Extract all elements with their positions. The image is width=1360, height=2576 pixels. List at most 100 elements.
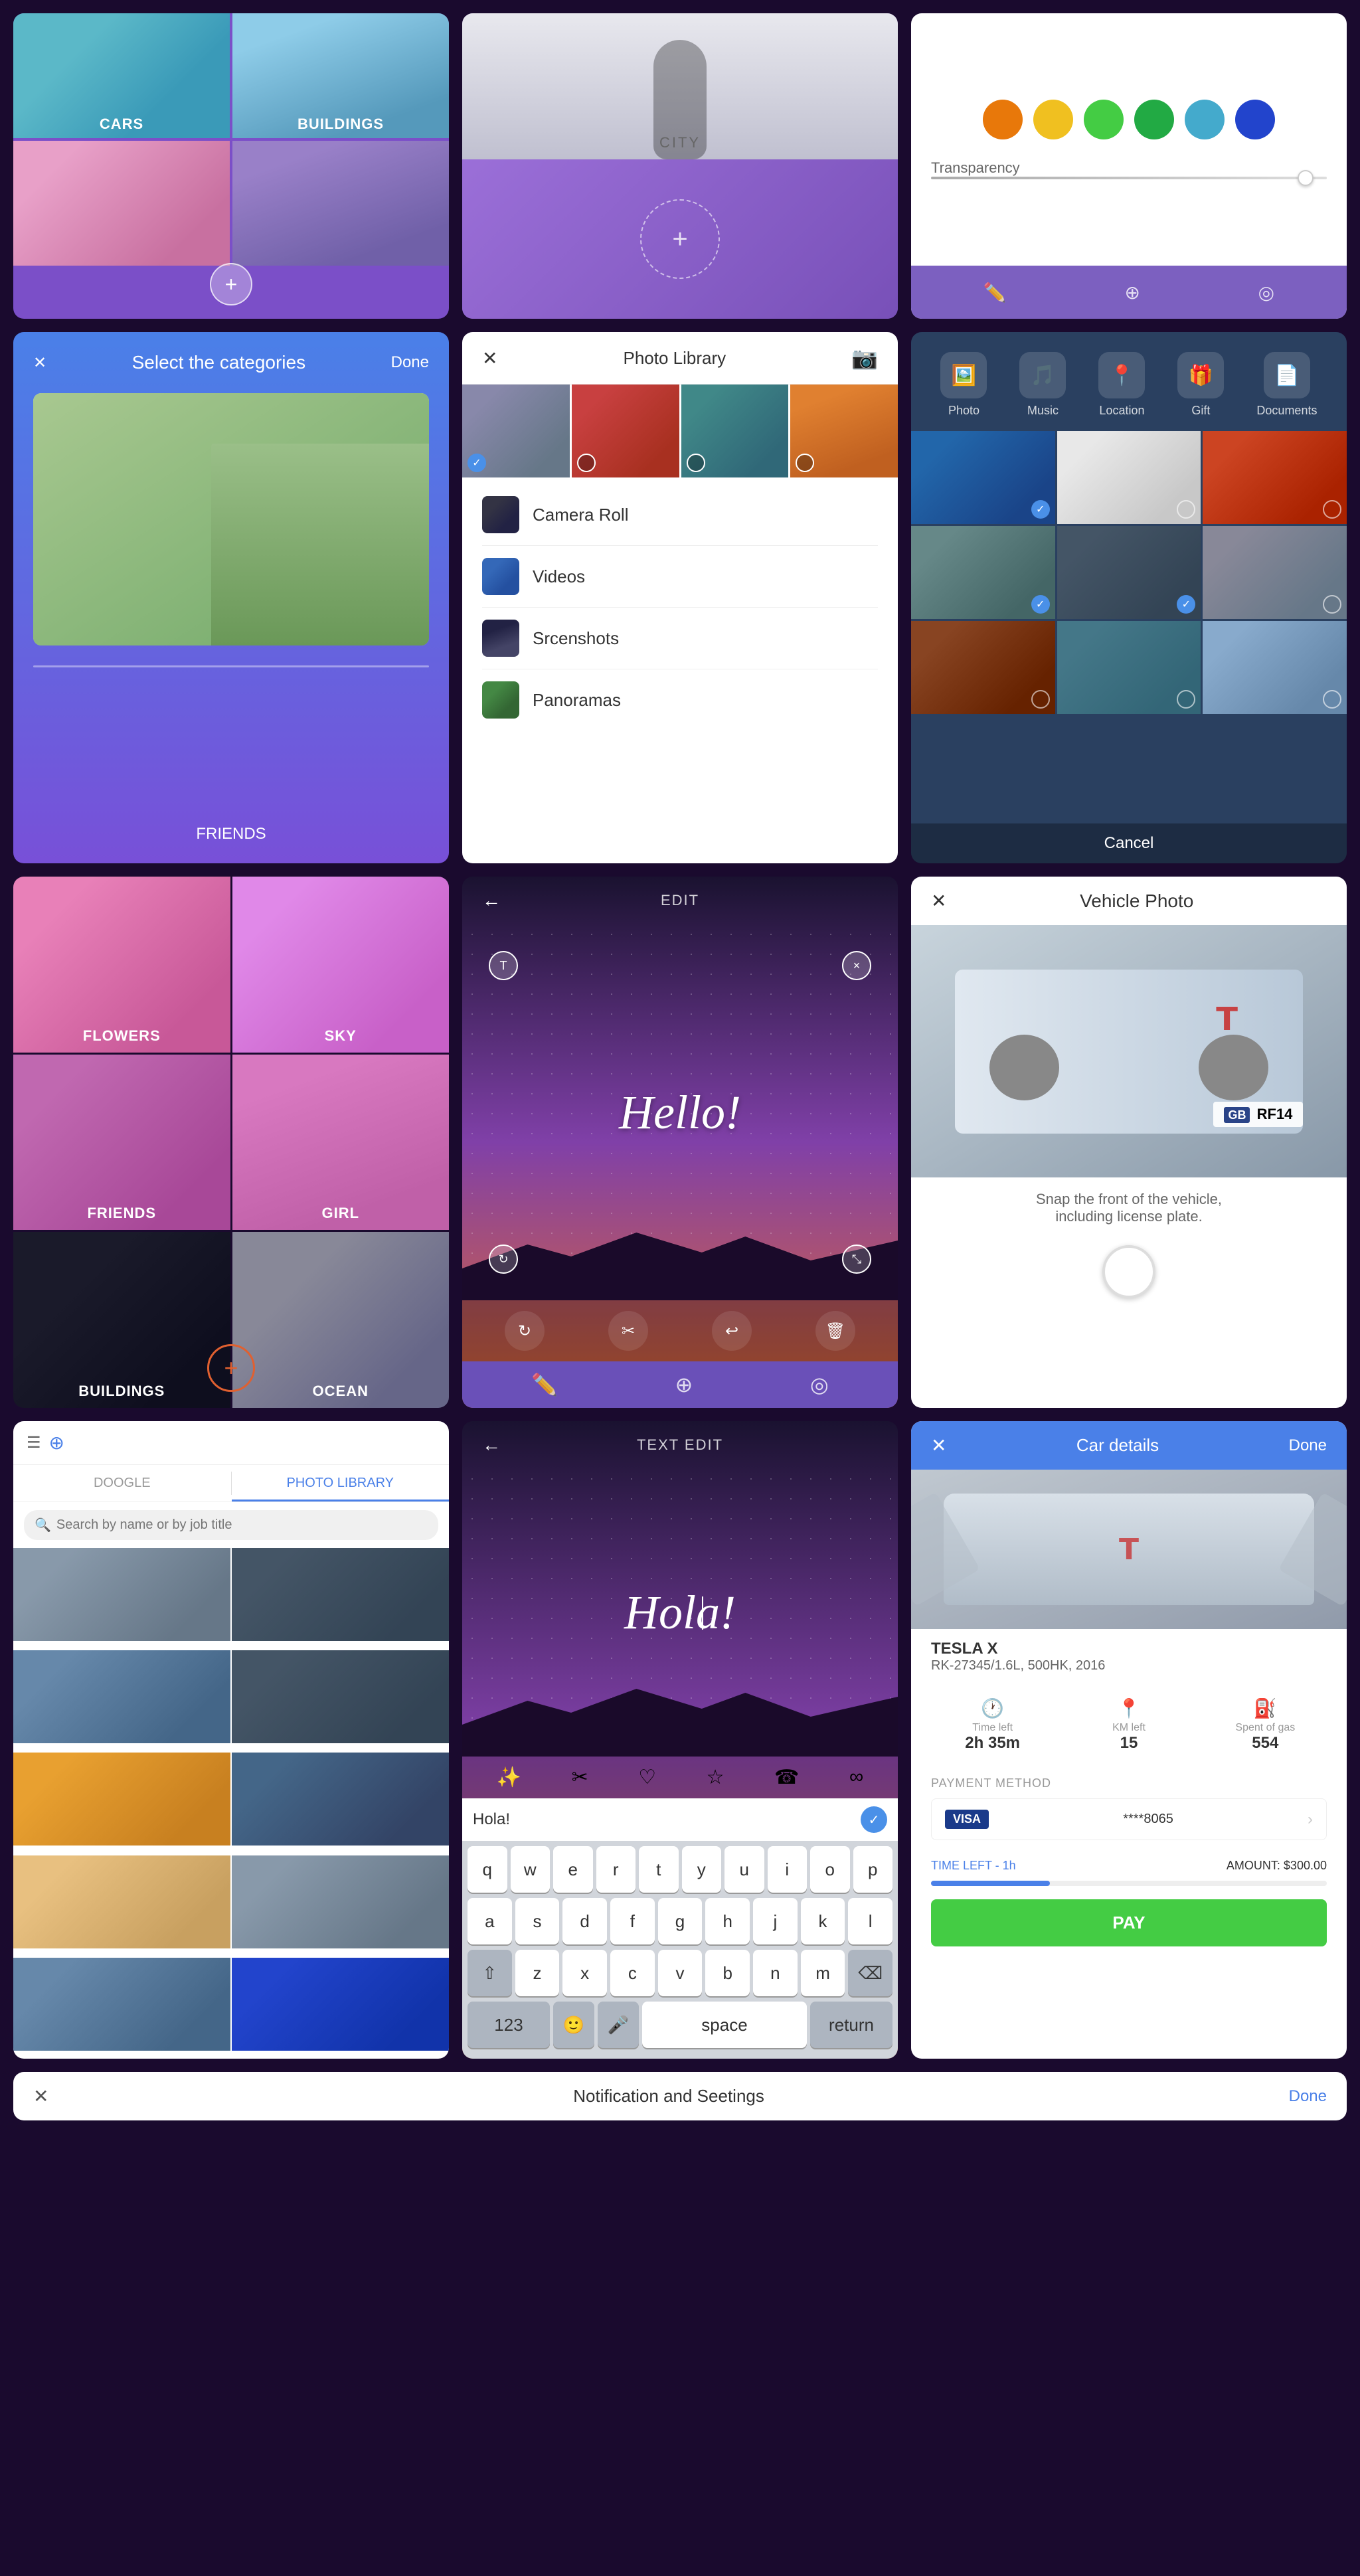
color-blue[interactable] (1235, 100, 1275, 139)
buildings-cell[interactable]: BUILDINGS (232, 13, 449, 138)
search-photo-5[interactable] (13, 1753, 230, 1846)
key-g[interactable]: g (658, 1898, 703, 1944)
flowers-cell[interactable] (13, 141, 230, 266)
color-yellow[interactable] (1033, 100, 1073, 139)
loc-photo-5[interactable]: ✓ (1057, 526, 1201, 619)
key-q[interactable]: q (468, 1846, 507, 1893)
key-j[interactable]: j (753, 1898, 798, 1944)
emoji-sparkle[interactable]: ✨ (497, 1766, 521, 1789)
cars-cell[interactable]: CARS (13, 13, 230, 138)
key-u[interactable]: u (724, 1846, 764, 1893)
hamburger-icon[interactable]: ☰ (27, 1433, 41, 1452)
key-t[interactable]: t (639, 1846, 679, 1893)
check-1[interactable]: ✓ (468, 454, 486, 472)
loc-photo-6[interactable] (1203, 526, 1347, 619)
emoji-heart[interactable]: ♡ (638, 1766, 656, 1789)
key-s[interactable]: s (515, 1898, 560, 1944)
delete-tool[interactable]: 🗑 (815, 1311, 855, 1351)
music-icon-item[interactable]: 🎵 Music (1019, 352, 1066, 418)
pencil-icon[interactable]: ✏️ (983, 282, 1007, 303)
check-3[interactable] (687, 454, 705, 472)
brush-icon[interactable]: ✏️ (531, 1372, 558, 1397)
key-w[interactable]: w (511, 1846, 551, 1893)
person-cell[interactable] (232, 141, 449, 266)
documents-icon-item[interactable]: 📄 Documents (1256, 352, 1317, 418)
key-backspace[interactable]: ⌫ (848, 1950, 892, 1996)
loc-photo-1[interactable]: ✓ (911, 431, 1055, 524)
back-text-edit-button[interactable]: ← (482, 1434, 501, 1456)
search-photo-9[interactable] (13, 1958, 230, 2051)
girl-cell[interactable]: GIRL (232, 1055, 450, 1231)
camera-icon[interactable]: 📷 (851, 345, 878, 371)
emoji-phone[interactable]: ☎ (774, 1766, 799, 1789)
key-a[interactable]: a (468, 1898, 512, 1944)
undo-tool[interactable]: ↩ (712, 1311, 752, 1351)
key-p[interactable]: p (853, 1846, 893, 1893)
key-l[interactable]: l (848, 1898, 892, 1944)
add-button[interactable]: + (210, 263, 252, 305)
search-photo-7[interactable] (13, 1855, 230, 1948)
key-f[interactable]: f (610, 1898, 655, 1944)
color-lightblue[interactable] (1185, 100, 1225, 139)
color-green[interactable] (1134, 100, 1174, 139)
effects-icon[interactable]: ⊕ (1124, 282, 1140, 303)
capture-button[interactable] (1102, 1245, 1155, 1298)
slider-thumb[interactable] (1298, 170, 1314, 186)
text-handle-br[interactable]: ⤡ (842, 1245, 871, 1274)
color-lime[interactable] (1084, 100, 1124, 139)
strip-item-3[interactable] (681, 385, 789, 477)
settings-icon[interactable]: ◎ (1258, 282, 1274, 303)
videos-item[interactable]: Videos (462, 546, 898, 607)
rotate-tool[interactable]: ↻ (505, 1311, 545, 1351)
friends-cell[interactable]: FRIENDS (13, 1055, 230, 1231)
location-icon-item[interactable]: 📍 Location (1098, 352, 1145, 418)
strip-item-4[interactable] (790, 385, 898, 477)
key-v[interactable]: v (658, 1950, 703, 1996)
car-details-done-button[interactable]: Done (1289, 1436, 1327, 1455)
strip-item-2[interactable] (572, 385, 679, 477)
text-handle-tr[interactable]: × (842, 951, 871, 980)
check-2[interactable] (577, 454, 596, 472)
key-i[interactable]: i (768, 1846, 808, 1893)
close-button[interactable]: ✕ (33, 353, 46, 373)
key-z[interactable]: z (515, 1950, 560, 1996)
pay-button[interactable]: PAY (931, 1899, 1327, 1946)
search-photo-3[interactable] (13, 1650, 230, 1743)
key-emoji[interactable]: 🙂 (553, 2002, 594, 2048)
search-photo-8[interactable] (232, 1855, 449, 1948)
payment-row[interactable]: VISA ****8065 › (931, 1798, 1327, 1840)
flowers-cell[interactable]: FLOWERS (13, 877, 230, 1053)
tab-photo-library[interactable]: PHOTO LIBRARY (232, 1465, 450, 1502)
search-photo-4[interactable] (232, 1650, 449, 1743)
tab-doogle[interactable]: DOOGLE (13, 1465, 231, 1502)
scissor-tool[interactable]: ✂ (608, 1311, 648, 1351)
key-m[interactable]: m (801, 1950, 845, 1996)
key-e[interactable]: e (553, 1846, 593, 1893)
check-4[interactable] (796, 454, 814, 472)
key-mic[interactable]: 🎤 (598, 2002, 639, 2048)
add-circle[interactable]: + (640, 199, 720, 279)
confirm-button[interactable]: ✓ (861, 1806, 887, 1833)
add-button-color-grid[interactable]: + (207, 1344, 255, 1392)
close-vehicle-icon[interactable]: ✕ (931, 890, 946, 912)
buildings-cell2[interactable]: BUILDINGS (13, 1232, 230, 1408)
color-orange[interactable] (983, 100, 1023, 139)
close-notification-icon[interactable]: ✕ (33, 2085, 48, 2107)
settings-icon2[interactable]: ◎ (810, 1372, 829, 1397)
photo-icon-item[interactable]: 🖼️ Photo (940, 352, 987, 418)
screenshots-item[interactable]: Srcenshots (462, 608, 898, 669)
transparency-slider[interactable] (931, 177, 1327, 179)
text-handle-tl[interactable]: T (489, 951, 518, 980)
emoji-star[interactable]: ☆ (707, 1766, 724, 1789)
notification-done-button[interactable]: Done (1289, 2087, 1327, 2106)
key-b[interactable]: b (705, 1950, 750, 1996)
effects-icon2[interactable]: ⊕ (675, 1372, 693, 1397)
loc-photo-9[interactable] (1203, 621, 1347, 714)
text-input-field[interactable] (473, 1810, 853, 1829)
text-handle-bl[interactable]: ↻ (489, 1245, 518, 1274)
done-button[interactable]: Done (391, 353, 429, 372)
back-button[interactable]: ← (482, 890, 501, 911)
key-n[interactable]: n (753, 1950, 798, 1996)
camera-roll-item[interactable]: Camera Roll (462, 484, 898, 545)
sky-cell[interactable]: SKY (232, 877, 450, 1053)
